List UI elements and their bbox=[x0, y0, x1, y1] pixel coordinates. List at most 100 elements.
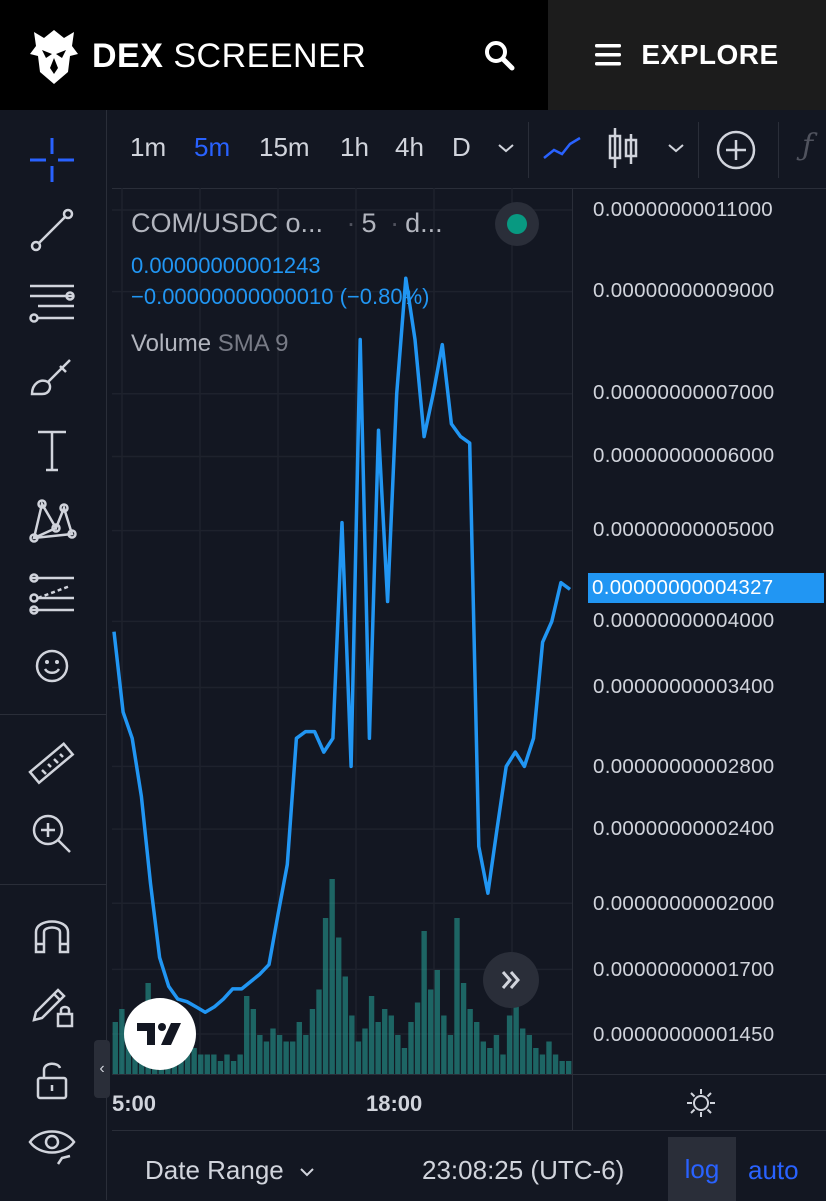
chart-toolbar: 1m 5m 15m 1h 4h D ƒ bbox=[112, 110, 826, 189]
volume-bar bbox=[408, 1022, 414, 1074]
timeframe-1m[interactable]: 1m bbox=[130, 132, 166, 163]
lock-all-tool[interactable] bbox=[22, 1050, 82, 1110]
forecast-lines-icon bbox=[29, 573, 74, 615]
explore-button[interactable]: EXPLORE bbox=[548, 0, 826, 110]
timeframe-d[interactable]: D bbox=[452, 132, 471, 163]
symbol-label: COM/USDC o... bbox=[131, 208, 324, 238]
eye-icon bbox=[28, 1130, 76, 1165]
measure-tool[interactable] bbox=[22, 734, 82, 794]
price-axis-label: 0.00000000001700 bbox=[593, 958, 775, 981]
explore-label: EXPLORE bbox=[641, 39, 779, 70]
add-indicator-icon[interactable] bbox=[714, 128, 758, 172]
market-status-indicator bbox=[495, 202, 539, 246]
volume-bar bbox=[487, 1048, 493, 1074]
chevron-down-icon[interactable] bbox=[666, 140, 686, 156]
volume-bar bbox=[322, 918, 329, 1074]
volume-bar bbox=[375, 1022, 381, 1074]
ruler-icon bbox=[28, 741, 75, 785]
volume-bar bbox=[546, 1041, 552, 1074]
price-axis-label: 0.00000000005000 bbox=[593, 518, 775, 541]
pattern-tool[interactable] bbox=[22, 490, 82, 550]
volume-bar bbox=[204, 1054, 210, 1074]
prediction-tool[interactable] bbox=[22, 564, 82, 624]
price-axis-label: 0.00000000004000 bbox=[593, 609, 775, 632]
time-axis[interactable]: 5:00 18:00 bbox=[112, 1074, 572, 1131]
search-icon bbox=[485, 41, 515, 71]
volume-bar bbox=[493, 1035, 500, 1074]
search-button[interactable] bbox=[480, 36, 520, 76]
date-range-button[interactable]: Date Range bbox=[145, 1155, 317, 1186]
volume-bar bbox=[329, 879, 335, 1074]
bottom-toolbar: Date Range 23:08:25 (UTC-6) log auto bbox=[112, 1130, 826, 1201]
brush-tool[interactable] bbox=[22, 346, 82, 406]
smiley-icon bbox=[35, 649, 69, 683]
toolbar-divider bbox=[528, 122, 529, 178]
toolbar-divider bbox=[778, 122, 779, 178]
volume-bar bbox=[395, 1035, 401, 1074]
log-scale-toggle[interactable]: log bbox=[668, 1137, 736, 1201]
volume-bar bbox=[506, 1015, 513, 1074]
unlock-icon bbox=[36, 1062, 68, 1100]
zoom-tool[interactable] bbox=[22, 804, 82, 864]
volume-bar bbox=[460, 983, 467, 1074]
volume-bar bbox=[211, 1054, 217, 1074]
xabcd-pattern-icon bbox=[29, 499, 77, 543]
volume-label: Volume bbox=[131, 330, 212, 357]
tradingview-logo[interactable] bbox=[124, 998, 196, 1070]
volume-bar bbox=[500, 1054, 506, 1074]
candlestick-icon[interactable] bbox=[606, 124, 640, 172]
collapse-toolbar-button[interactable]: ‹ bbox=[94, 1040, 110, 1098]
text-tool[interactable] bbox=[22, 420, 82, 480]
timeframe-5m[interactable]: 5m bbox=[194, 132, 230, 163]
dexscreener-logo[interactable]: DEX SCREENER bbox=[28, 26, 366, 86]
volume-bar bbox=[533, 1048, 539, 1074]
date-range-label: Date Range bbox=[145, 1155, 284, 1185]
volume-bar bbox=[342, 976, 348, 1074]
trend-line-tool[interactable] bbox=[22, 200, 82, 260]
crosshair-tool[interactable] bbox=[22, 130, 82, 190]
price-axis-label: 0.00000000006000 bbox=[593, 444, 775, 467]
price-axis-label: 0.00000000002800 bbox=[593, 755, 775, 778]
volume-bar bbox=[414, 1002, 421, 1074]
fib-retracement-tool[interactable] bbox=[22, 272, 82, 332]
volume-bar bbox=[112, 1022, 118, 1074]
timezone-clock[interactable]: 23:08:25 (UTC-6) bbox=[422, 1155, 624, 1186]
scroll-to-realtime-button[interactable] bbox=[483, 952, 539, 1008]
volume-bar bbox=[283, 1041, 289, 1074]
timeframe-4h[interactable]: 4h bbox=[395, 132, 424, 163]
magnet-tool[interactable] bbox=[22, 904, 82, 964]
volume-bar bbox=[257, 1035, 263, 1074]
chevron-down-icon bbox=[300, 1168, 314, 1177]
volume-bar bbox=[230, 1061, 237, 1074]
volume-bar bbox=[198, 1054, 204, 1074]
volume-bar bbox=[454, 918, 460, 1074]
crosshair-icon bbox=[30, 138, 74, 182]
chevron-down-icon[interactable] bbox=[496, 140, 516, 156]
volume-bar bbox=[434, 970, 440, 1074]
volume-bar bbox=[309, 1009, 316, 1074]
timeframe-15m[interactable]: 15m bbox=[259, 132, 310, 163]
volume-bar bbox=[270, 1028, 276, 1074]
timeframe-1h[interactable]: 1h bbox=[340, 132, 369, 163]
hide-drawings-tool[interactable] bbox=[22, 1116, 82, 1176]
volume-bar bbox=[244, 996, 250, 1074]
line-chart-icon[interactable] bbox=[540, 128, 584, 168]
volume-bar bbox=[224, 1054, 230, 1074]
auto-scale-toggle[interactable]: auto bbox=[748, 1155, 799, 1186]
owl-logo-icon bbox=[30, 30, 78, 84]
volume-bar bbox=[520, 1028, 526, 1074]
emoji-tool[interactable] bbox=[22, 636, 82, 696]
fx-indicators-icon[interactable]: ƒ bbox=[802, 128, 813, 163]
volume-bar bbox=[303, 1035, 309, 1074]
volume-bar bbox=[119, 1009, 125, 1074]
lock-drawings-tool[interactable] bbox=[22, 976, 82, 1036]
volume-bar bbox=[336, 937, 342, 1074]
chart-settings-area bbox=[572, 1074, 826, 1131]
time-axis-label: 5:00 bbox=[112, 1091, 157, 1116]
gear-icon[interactable] bbox=[685, 1087, 717, 1119]
zoom-in-icon bbox=[32, 814, 71, 853]
price-chart[interactable] bbox=[112, 188, 572, 1074]
chart-legend-title[interactable]: COM/USDC o... · 5 · d... bbox=[131, 208, 443, 239]
price-axis[interactable]: 0.00000000011000 0.00000000009000 0.0000… bbox=[572, 188, 826, 1074]
volume-legend[interactable]: Volume SMA 9 bbox=[131, 330, 288, 358]
